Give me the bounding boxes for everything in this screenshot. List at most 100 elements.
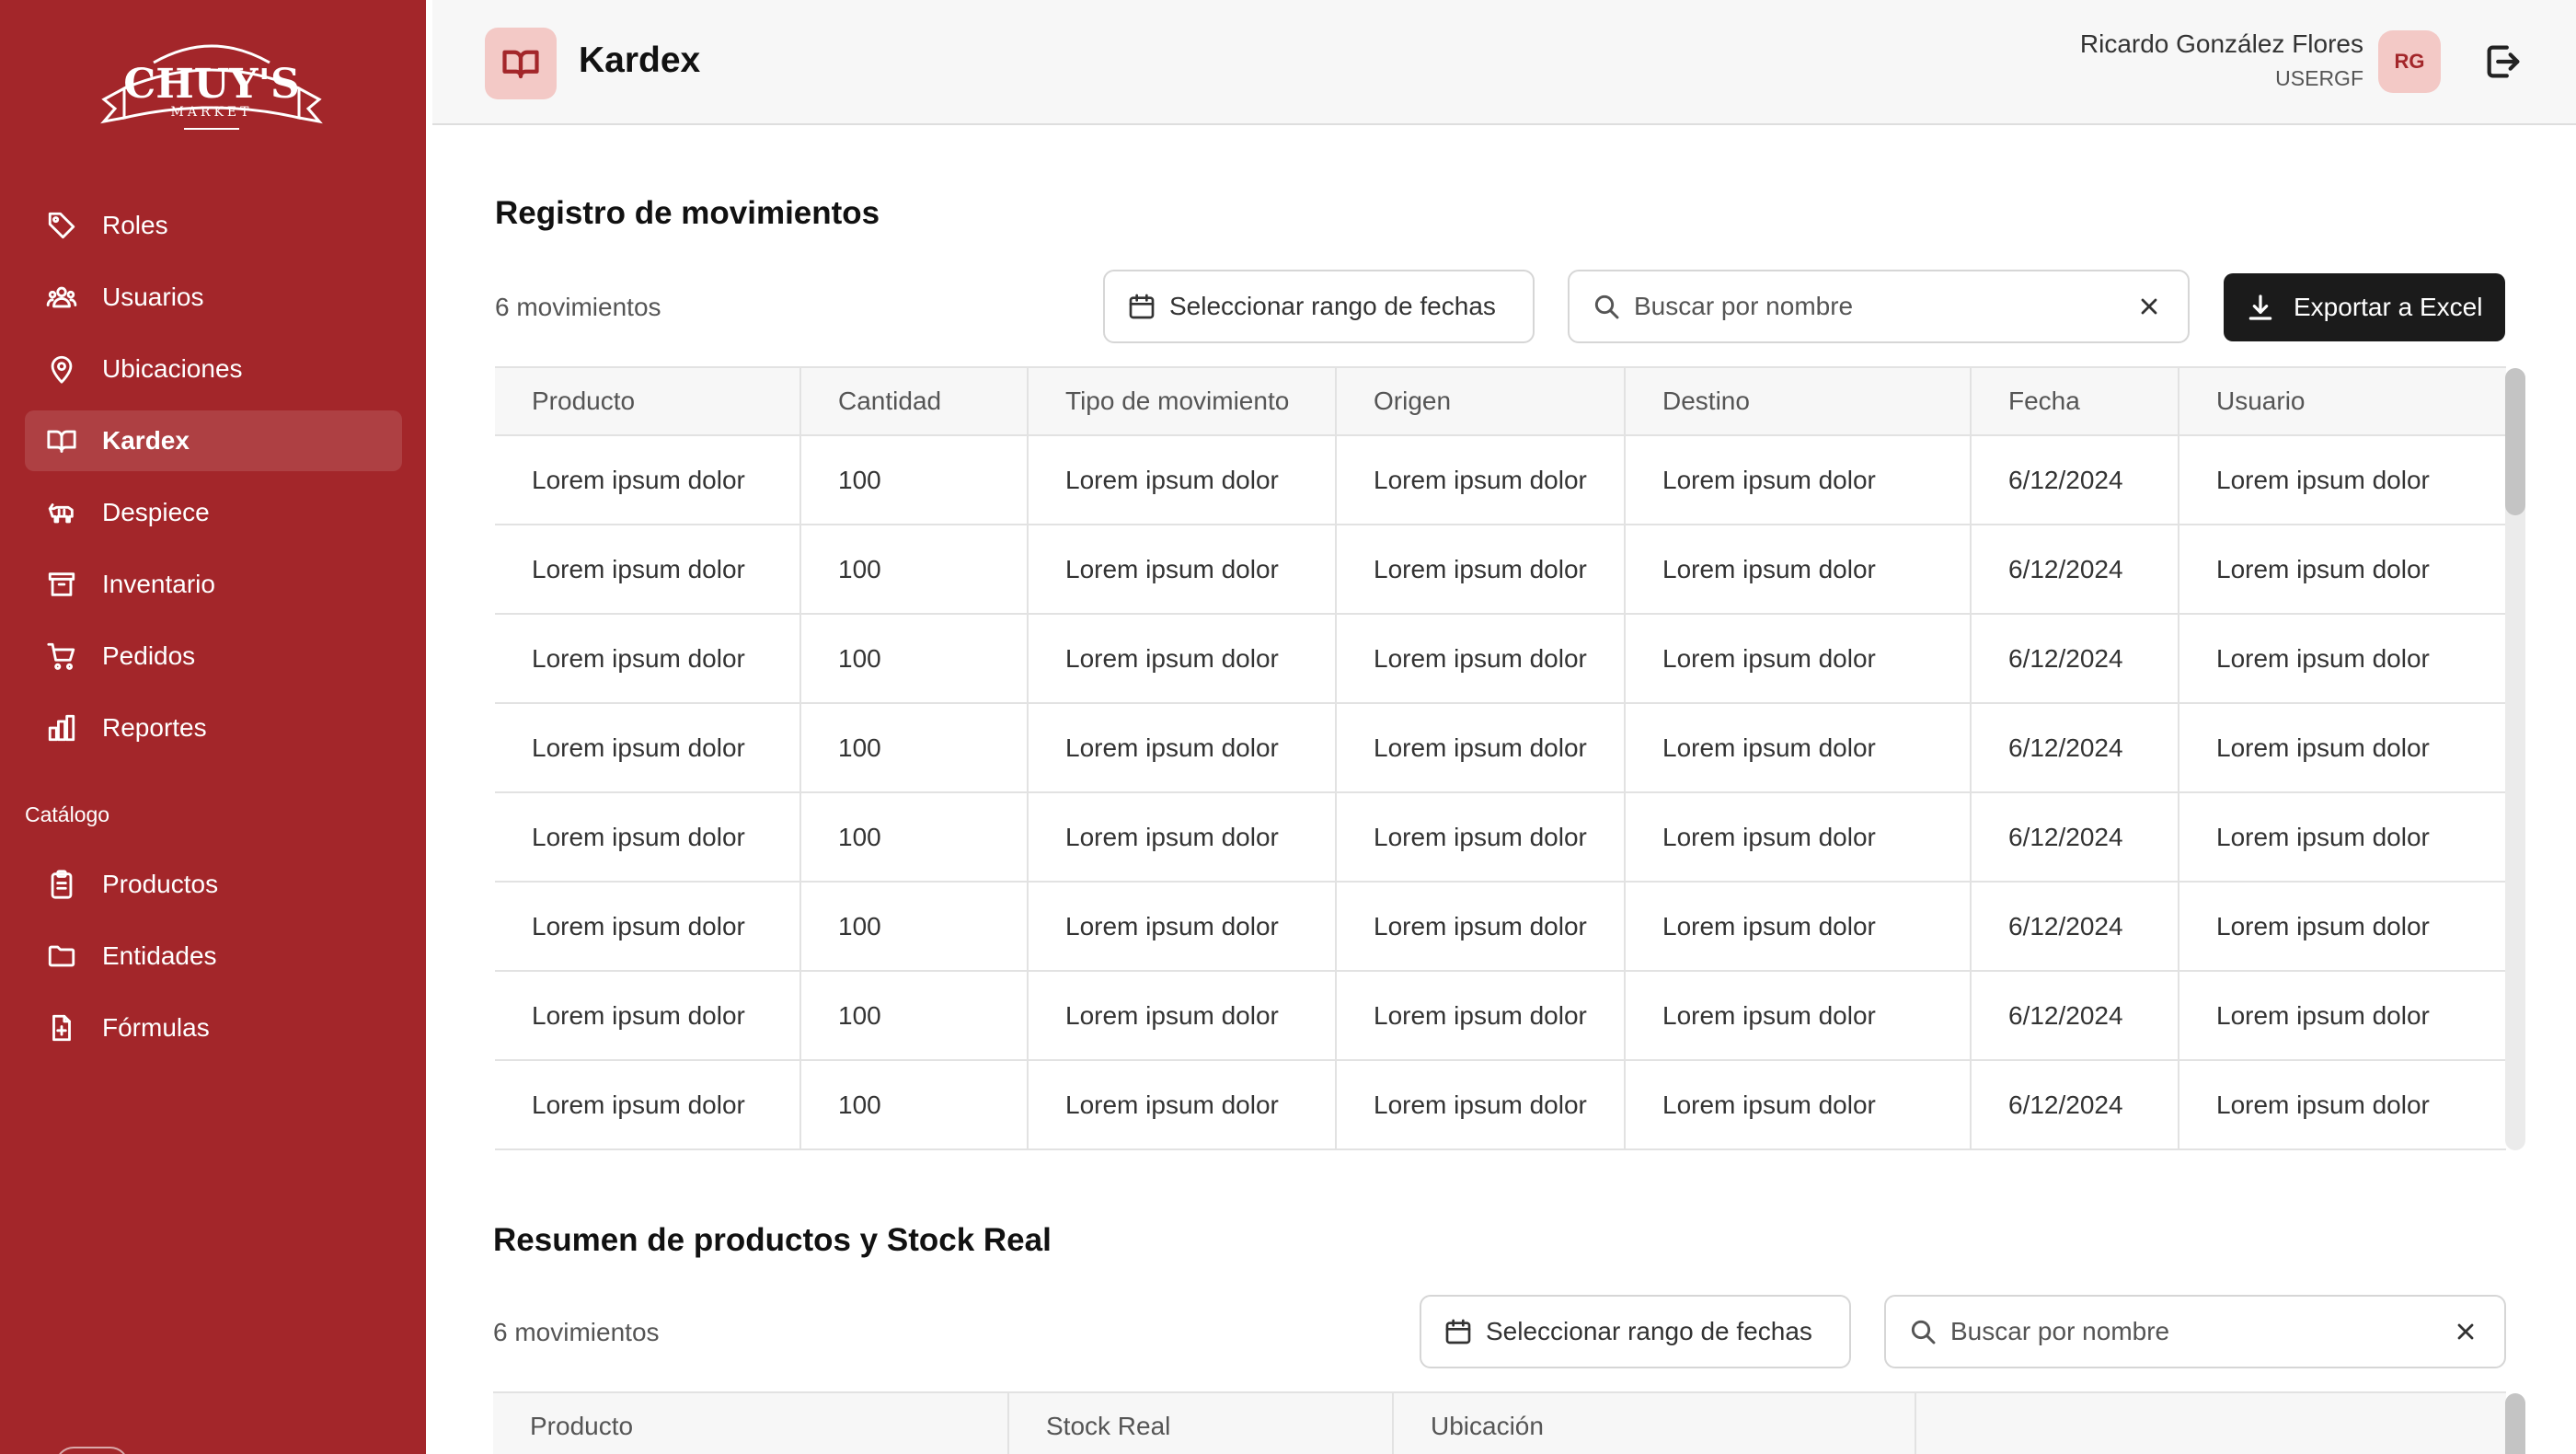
sidebar-item-reportes[interactable]: Reportes: [25, 698, 402, 758]
table-row[interactable]: Lorem ipsum dolor 100 Lorem ipsum dolor Lor…: [495, 435, 2506, 525]
cell-tipo: Lorem ipsum dolor: [1028, 1060, 1337, 1150]
sidebar-item-label: Kardex: [102, 426, 190, 455]
sidebar-item-entidades[interactable]: Entidades: [25, 926, 402, 987]
sidebar-item-formulas[interactable]: Fórmulas: [25, 998, 402, 1058]
cell-producto: Lorem ipsum dolor: [495, 435, 801, 525]
chuys-market-logo[interactable]: CHUY'S MARKET: [97, 33, 327, 140]
cell-usuario: Lorem ipsum dolor: [2179, 971, 2506, 1061]
search-icon: [1911, 1320, 1936, 1344]
svg-text:MARKET: MARKET: [170, 105, 252, 120]
search-input[interactable]: [1634, 292, 2136, 321]
table-row[interactable]: Lorem ipsum dolor 100 Lorem ipsum dolor Lor…: [495, 971, 2506, 1061]
sidebar-bottom-decoration: [55, 1447, 129, 1454]
cell-cantidad: 100: [800, 882, 1029, 972]
cell-fecha: 6/12/2024: [1971, 792, 2179, 883]
stock-count: 6 movimientos: [493, 1318, 660, 1346]
avatar[interactable]: RG: [2378, 30, 2441, 93]
column-header-producto[interactable]: Producto: [495, 366, 801, 436]
table-row[interactable]: Lorem ipsum dolor 100 Lorem ipsum dolor Lor…: [495, 1060, 2506, 1150]
cell-origen: Lorem ipsum dolor: [1336, 614, 1626, 704]
main-nav: Roles Usuarios Ubicaciones Kardex Despie…: [25, 195, 402, 769]
column-header-ubicacion[interactable]: Ubicación: [1393, 1391, 1916, 1454]
movements-section-title: Registro de movimientos: [495, 195, 880, 231]
movements-count: 6 movimientos: [495, 293, 661, 321]
date-range-button[interactable]: Seleccionar rango de fechas: [1103, 270, 1535, 343]
users-icon: [45, 281, 78, 314]
sidebar-item-label: Ubicaciones: [102, 354, 243, 383]
clear-search-icon[interactable]: [2136, 294, 2162, 319]
cell-destino: Lorem ipsum dolor: [1625, 971, 1972, 1061]
location-pin-icon: [45, 352, 78, 386]
cell-fecha: 6/12/2024: [1971, 614, 2179, 704]
column-header-tipo[interactable]: Tipo de movimiento: [1028, 366, 1337, 436]
calendar-icon: [1129, 294, 1155, 319]
file-plus-icon: [45, 1011, 78, 1044]
logout-icon[interactable]: [2482, 40, 2524, 83]
sidebar-item-roles[interactable]: Roles: [25, 195, 402, 256]
sidebar-item-inventario[interactable]: Inventario: [25, 554, 402, 615]
table-row[interactable]: Lorem ipsum dolor 100 Lorem ipsum dolor Lor…: [495, 703, 2506, 793]
table-row[interactable]: Lorem ipsum dolor 100 Lorem ipsum dolor Lor…: [495, 614, 2506, 704]
catalog-nav: Productos Entidades Fórmulas: [25, 854, 402, 1069]
cell-origen: Lorem ipsum dolor: [1336, 1060, 1626, 1150]
cell-usuario: Lorem ipsum dolor: [2179, 435, 2506, 525]
table-row[interactable]: Lorem ipsum dolor 100 Lorem ipsum dolor Lor…: [495, 792, 2506, 883]
clear-search-icon[interactable]: [2453, 1319, 2478, 1344]
export-excel-label: Exportar a Excel: [2294, 293, 2483, 321]
stock-date-range-button[interactable]: Seleccionar rango de fechas: [1420, 1295, 1851, 1368]
table-row[interactable]: Lorem ipsum dolor 100 Lorem ipsum dolor Lor…: [495, 525, 2506, 615]
cell-destino: Lorem ipsum dolor: [1625, 792, 1972, 883]
cell-destino: Lorem ipsum dolor: [1625, 614, 1972, 704]
cell-usuario: Lorem ipsum dolor: [2179, 792, 2506, 883]
clipboard-icon: [45, 868, 78, 901]
stock-scrollbar-thumb[interactable]: [2505, 1393, 2525, 1454]
cell-tipo: Lorem ipsum dolor: [1028, 882, 1337, 972]
column-header-usuario[interactable]: Usuario: [2179, 366, 2506, 436]
catalog-section-title: Catálogo: [25, 802, 110, 826]
sidebar-item-label: Productos: [102, 870, 219, 898]
sidebar-item-ubicaciones[interactable]: Ubicaciones: [25, 339, 402, 399]
page-title: Kardex: [579, 40, 701, 80]
column-header-fecha[interactable]: Fecha: [1971, 366, 2179, 436]
column-header-destino[interactable]: Destino: [1625, 366, 1972, 436]
column-header-cantidad[interactable]: Cantidad: [800, 366, 1029, 436]
sidebar-item-label: Entidades: [102, 941, 217, 970]
tag-icon: [45, 209, 78, 242]
cell-cantidad: 100: [800, 435, 1029, 525]
table-row[interactable]: Lorem ipsum dolor 100 Lorem ipsum dolor Lor…: [495, 882, 2506, 972]
cell-producto: Lorem ipsum dolor: [495, 525, 801, 615]
column-header-origen[interactable]: Origen: [1336, 366, 1626, 436]
sidebar-item-productos[interactable]: Productos: [25, 854, 402, 915]
archive-icon: [45, 568, 78, 601]
cell-fecha: 6/12/2024: [1971, 1060, 2179, 1150]
cell-destino: Lorem ipsum dolor: [1625, 525, 1972, 615]
cell-producto: Lorem ipsum dolor: [495, 1060, 801, 1150]
cell-usuario: Lorem ipsum dolor: [2179, 1060, 2506, 1150]
cell-cantidad: 100: [800, 525, 1029, 615]
column-header-stock-real[interactable]: Stock Real: [1008, 1391, 1394, 1454]
stock-date-range-label: Seleccionar rango de fechas: [1486, 1317, 1812, 1345]
column-header-producto[interactable]: Producto: [493, 1391, 1009, 1454]
sidebar-item-kardex[interactable]: Kardex: [25, 410, 402, 471]
cell-destino: Lorem ipsum dolor: [1625, 703, 1972, 793]
cell-fecha: 6/12/2024: [1971, 882, 2179, 972]
cell-origen: Lorem ipsum dolor: [1336, 882, 1626, 972]
table-header-row: Producto Cantidad Tipo de movimiento Ori…: [495, 366, 2506, 436]
cell-producto: Lorem ipsum dolor: [495, 971, 801, 1061]
stock-search-input[interactable]: [1950, 1317, 2453, 1346]
cell-producto: Lorem ipsum dolor: [495, 614, 801, 704]
sidebar-item-usuarios[interactable]: Usuarios: [25, 267, 402, 328]
sidebar-item-despiece[interactable]: Despiece: [25, 482, 402, 543]
cell-usuario: Lorem ipsum dolor: [2179, 703, 2506, 793]
sidebar: CHUY'S MARKET Roles Usuarios Ubicaciones…: [0, 0, 426, 1454]
cart-icon: [45, 640, 78, 673]
cell-tipo: Lorem ipsum dolor: [1028, 792, 1337, 883]
cell-destino: Lorem ipsum dolor: [1625, 882, 1972, 972]
export-excel-button[interactable]: Exportar a Excel: [2224, 273, 2505, 341]
stock-section-title: Resumen de productos y Stock Real: [493, 1222, 1052, 1258]
cell-fecha: 6/12/2024: [1971, 971, 2179, 1061]
search-box: [1568, 270, 2190, 343]
sidebar-item-pedidos[interactable]: Pedidos: [25, 626, 402, 687]
download-icon: [2248, 294, 2272, 320]
movements-scrollbar-thumb[interactable]: [2505, 368, 2525, 515]
